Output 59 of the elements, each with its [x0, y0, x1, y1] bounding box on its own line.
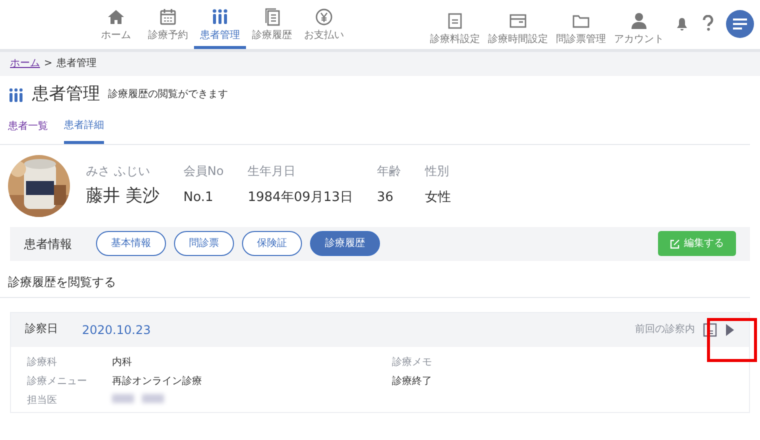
previous-record-label: 前回の診察内 [635, 322, 695, 337]
document-icon [263, 8, 281, 26]
field-value: 1984年09月13日 [248, 188, 353, 207]
field-value: 女性 [424, 188, 451, 207]
breadcrumb-item: > [44, 57, 52, 71]
nav-tab[interactable]: お支払い [298, 0, 350, 49]
field-label: 会員No [183, 162, 224, 180]
field-label: 年齢 [376, 162, 401, 180]
nav-tab[interactable]: 患者管理 [194, 0, 246, 49]
settings-link[interactable]: 診療料設定 [428, 0, 482, 47]
sheet-icon [446, 12, 464, 30]
info-title: 患者情報 [24, 236, 72, 252]
edit-icon [670, 238, 680, 248]
people-icon [8, 88, 24, 102]
detail-label: 診療メニュー [27, 374, 88, 388]
help-icon[interactable] [702, 15, 714, 31]
person-icon [630, 12, 648, 30]
info-tab[interactable]: 基本情報 [96, 231, 166, 256]
breadcrumb-item: 患者管理 [56, 56, 96, 71]
settings-link[interactable]: 診療時間設定 [486, 0, 550, 47]
card-icon [509, 12, 527, 30]
nav-tab[interactable]: 診療履歴 [246, 0, 298, 49]
document-icon[interactable] [703, 322, 717, 336]
settings-link[interactable]: アカウント [612, 0, 666, 47]
page-subtitle: 診療履歴の閲覧ができます [108, 88, 228, 102]
page-title: 患者管理 [32, 83, 100, 106]
tab[interactable]: 患者一覧 [8, 114, 48, 144]
calendar-icon [159, 8, 177, 26]
detail-value: 再診オンライン診療 [112, 374, 202, 388]
field-value: 36 [376, 188, 394, 207]
highlight-frame [707, 318, 757, 362]
settings-link[interactable]: 問診票管理 [554, 0, 608, 47]
play-icon[interactable] [725, 322, 735, 336]
nav-tab[interactable]: 診療予約 [142, 0, 194, 49]
field-value: No.1 [183, 188, 214, 207]
edit-button[interactable]: 編集する [658, 231, 736, 256]
detail-label: 担当医 [27, 394, 58, 408]
menu-icon[interactable] [726, 10, 754, 38]
info-tab[interactable]: 問診票 [174, 231, 234, 256]
patient-name: 藤井 美沙 [86, 184, 160, 208]
date-label: 診察日 [25, 321, 58, 338]
home-icon [107, 8, 125, 26]
info-tab[interactable]: 保険証 [242, 231, 302, 256]
field-label: 生年月日 [248, 162, 297, 180]
field-label: 性別 [424, 162, 450, 180]
info-tab[interactable]: 診療履歴 [310, 231, 380, 256]
detail-label: 診療科 [27, 356, 58, 370]
memo-text: 診療終了 [392, 374, 432, 388]
record-date: 2020.10.23 [82, 322, 151, 338]
bell-icon[interactable] [676, 17, 688, 31]
breadcrumb-link[interactable]: ホーム [10, 56, 40, 72]
detail-value: 内科 [112, 356, 132, 370]
section-title: 診療履歴を閲覧する [0, 272, 750, 298]
patient-kana: みさ ふじい [86, 162, 151, 180]
memo-label: 診療メモ [392, 356, 432, 370]
nav-tab[interactable]: ホーム [90, 0, 142, 49]
tab[interactable]: 患者詳細 [64, 114, 104, 144]
people-icon [211, 8, 229, 26]
yen-icon [315, 8, 333, 26]
